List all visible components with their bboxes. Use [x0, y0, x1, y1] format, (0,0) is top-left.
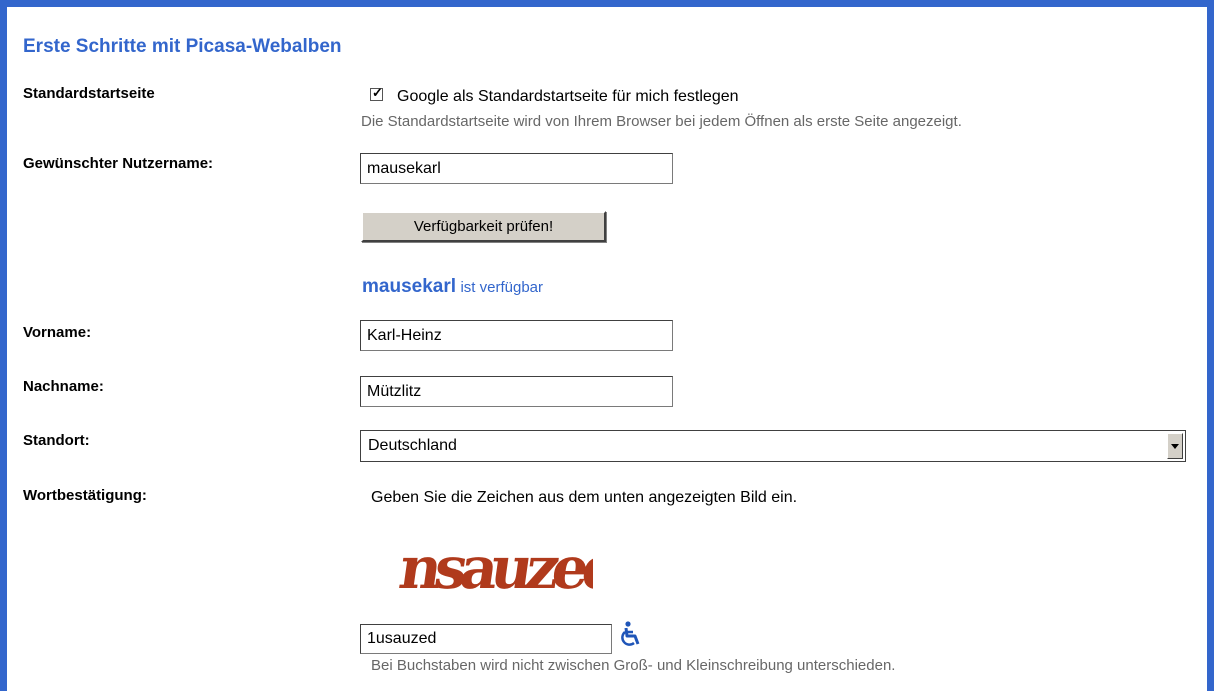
captcha-instruction: Geben Sie die Zeichen aus dem unten ange… — [371, 489, 798, 506]
wheelchair-icon[interactable] — [620, 621, 644, 647]
frame-left-border — [0, 0, 7, 691]
availability-text: ist verfügbar — [460, 279, 544, 296]
firstname-label: Vorname: — [23, 324, 92, 341]
frame-top-border — [0, 0, 1214, 7]
captcha-hint: Bei Buchstaben wird nicht zwischen Groß-… — [371, 657, 896, 674]
captcha-image-text: nsauzed — [395, 533, 593, 602]
captcha-image: nsauzed — [393, 518, 627, 611]
location-select[interactable]: Deutschland — [360, 430, 1186, 462]
homepage-checkbox[interactable]: ✓ — [370, 85, 383, 101]
captcha-input[interactable] — [360, 624, 612, 654]
captcha-label: Wortbestätigung: — [23, 487, 147, 504]
firstname-input[interactable] — [360, 320, 673, 351]
homepage-hint: Die Standardstartseite wird von Ihrem Br… — [361, 113, 962, 130]
availability-status: mausekarl ist verfügbar — [362, 276, 543, 298]
page-title: Erste Schritte mit Picasa-Webalben — [23, 36, 342, 57]
dropdown-arrow-icon[interactable] — [1167, 433, 1183, 459]
checkmark-icon: ✓ — [372, 85, 383, 100]
username-input[interactable] — [360, 153, 673, 184]
lastname-input[interactable] — [360, 376, 673, 407]
location-label: Standort: — [23, 432, 90, 449]
frame-right-border — [1207, 0, 1214, 691]
location-selected-value: Deutschland — [368, 437, 457, 454]
homepage-checkbox-label[interactable]: Google als Standardstartseite für mich f… — [397, 88, 739, 106]
availability-username: mausekarl — [362, 276, 457, 297]
homepage-label: Standardstartseite — [23, 85, 155, 102]
lastname-label: Nachname: — [23, 378, 104, 395]
check-availability-button[interactable]: Verfügbarkeit prüfen! — [361, 211, 606, 242]
username-label: Gewünschter Nutzername: — [23, 155, 214, 172]
